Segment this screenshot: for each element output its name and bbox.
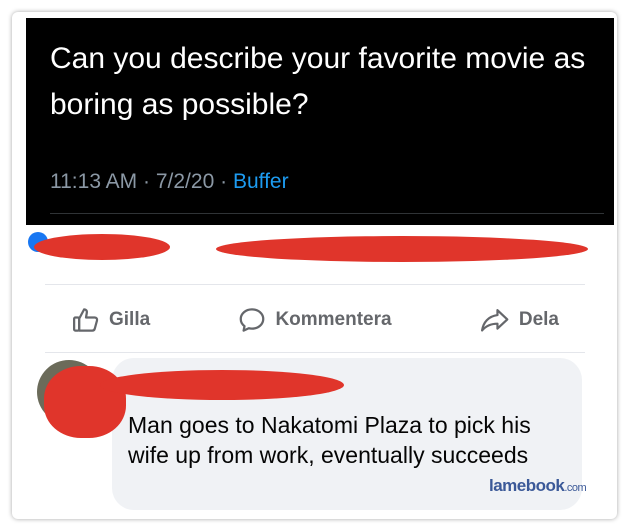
comment-icon — [237, 305, 267, 335]
thumbs-up-icon — [71, 305, 101, 335]
like-label: Gilla — [109, 309, 151, 330]
redacted-reactions — [34, 234, 170, 260]
share-icon — [479, 305, 511, 335]
tweet-time: 11:13 AM — [50, 170, 138, 193]
redacted-comment-count — [216, 236, 588, 262]
like-button[interactable]: Gilla — [55, 298, 166, 342]
actions-divider — [45, 352, 585, 353]
meta-separator: · — [220, 170, 228, 193]
meta-separator: · — [143, 170, 151, 193]
comment-text: Man goes to Nakatomi Plaza to pick his w… — [128, 412, 531, 468]
tweet-image: Can you describe your favorite movie as … — [26, 18, 614, 225]
reaction-divider — [45, 284, 585, 285]
tweet-source-link[interactable]: Buffer — [233, 170, 289, 193]
watermark-domain: .com — [564, 482, 587, 494]
comment-label: Kommentera — [275, 309, 392, 330]
share-button[interactable]: Dela — [463, 298, 575, 342]
redacted-avatar — [44, 366, 126, 438]
share-label: Dela — [518, 309, 559, 330]
tweet-meta: 11:13 AM · 7/2/20 · Buffer — [50, 170, 289, 194]
tweet-text: Can you describe your favorite movie as … — [50, 42, 586, 121]
tweet-date: 7/2/20 — [155, 170, 215, 193]
comment-button[interactable]: Kommentera — [221, 298, 407, 342]
watermark-logo: lamebook.com — [489, 476, 587, 496]
tweet-divider — [50, 213, 604, 214]
watermark-name: lamebook — [489, 476, 565, 495]
redacted-commenter-name — [100, 370, 344, 400]
post-actions: Gilla Kommentera Dela — [55, 290, 575, 350]
